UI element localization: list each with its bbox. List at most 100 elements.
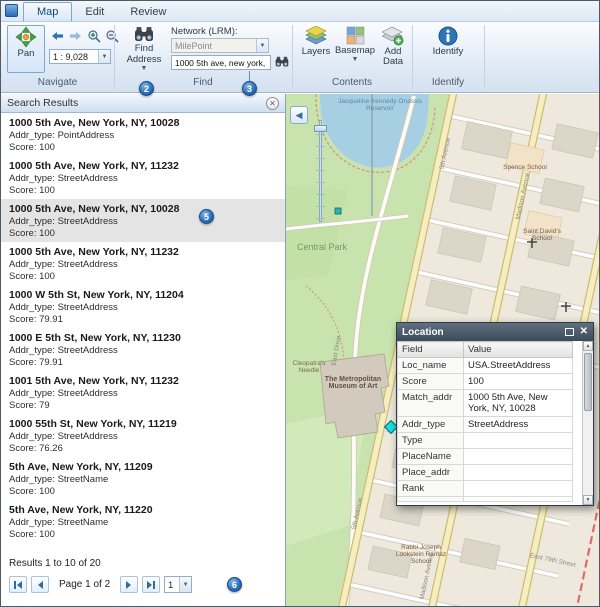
basemap-button[interactable]: Basemap ▼: [336, 25, 374, 81]
result-address: 5th Ave, New York, NY, 11209: [9, 461, 277, 474]
search-result-item[interactable]: 1000 5th Ave, New York, NY, 11232 Addr_t…: [1, 242, 285, 285]
next-page-icon: [124, 580, 134, 590]
location-popup-body: Field Value Loc_name USA.StreetAddress S…: [397, 341, 593, 505]
zoom-in-icon: [87, 29, 101, 43]
result-addr-type: Addr_type: StreetAddress: [9, 388, 277, 400]
search-result-item[interactable]: 5th Ave, New York, NY, 11209 Addr_type: …: [1, 457, 285, 500]
first-page-icon: [13, 580, 23, 590]
table-row: Place_addr: [398, 465, 573, 481]
result-score: Score: 100: [9, 185, 277, 197]
layers-button-label: Layers: [302, 47, 331, 57]
location-popup-titlebar[interactable]: Location ✕: [397, 323, 593, 341]
result-addr-type: Addr_type: StreetAddress: [9, 259, 277, 271]
close-icon[interactable]: ✕: [580, 327, 588, 337]
add-data-icon: [382, 26, 404, 46]
zoom-in-button[interactable]: [85, 27, 102, 44]
field-cell: Addr_type: [398, 417, 464, 433]
scroll-down-icon[interactable]: ▼: [583, 495, 593, 505]
search-result-item[interactable]: 1000 E 5th St, New York, NY, 11230 Addr_…: [1, 328, 285, 371]
last-page-icon: [146, 580, 156, 590]
search-result-item[interactable]: 1000 W 5th St, New York, NY, 11204 Addr_…: [1, 285, 285, 328]
basemap-icon: [346, 26, 365, 45]
popup-scrollbar[interactable]: ▲ ▼: [582, 341, 593, 505]
identify-icon: [438, 26, 458, 46]
layers-button[interactable]: Layers: [298, 25, 334, 81]
value-cell: [464, 449, 573, 465]
zoom-out-button[interactable]: [103, 27, 120, 44]
search-result-item[interactable]: 5th Ave, New York, NY, 11220 Addr_type: …: [1, 500, 285, 543]
find-address-label-line2: Address: [127, 55, 162, 65]
add-data-button-label: Add Data: [376, 47, 410, 67]
tab-review[interactable]: Review: [117, 3, 179, 21]
network-lrm-dropdown-arrow[interactable]: ▼: [256, 39, 268, 52]
result-addr-type: Addr_type: StreetName: [9, 474, 277, 486]
value-cell: [464, 465, 573, 481]
binoculars-small-icon: [275, 56, 289, 68]
maximize-icon[interactable]: [565, 328, 574, 336]
scrollbar-thumb[interactable]: [584, 353, 592, 411]
results-summary: Results 1 to 10 of 20: [9, 558, 277, 569]
result-score: Score: 76.26: [9, 443, 277, 455]
tab-edit[interactable]: Edit: [72, 3, 117, 21]
page-number-select[interactable]: 1 ▼: [164, 576, 192, 593]
zoom-slider[interactable]: [314, 120, 327, 222]
tab-map[interactable]: Map: [23, 2, 72, 21]
map-scale-dropdown-arrow[interactable]: ▼: [98, 50, 110, 63]
location-popup: Location ✕ Field Value Loc_name USA.Stre…: [396, 322, 594, 506]
find-address-dropdown-arrow[interactable]: ▼: [141, 65, 148, 72]
close-panel-icon[interactable]: ✕: [266, 97, 279, 110]
callout-badge-6: 6: [227, 577, 242, 592]
result-score: Score: 79: [9, 400, 277, 412]
search-results-title: Search Results: [7, 97, 266, 109]
value-cell: USA.StreetAddress: [464, 358, 573, 374]
ribbon: Pan 1 : 9,028 ▼ Navigate: [1, 22, 599, 93]
find-address-input[interactable]: [171, 55, 271, 70]
map-view[interactable]: Jacqueline Kennedy Onassis Reservoir Cen…: [286, 94, 600, 606]
binoculars-icon: [134, 26, 154, 43]
next-page-button[interactable]: [120, 576, 138, 593]
find-address-button[interactable]: Find Address ▼: [122, 25, 166, 81]
result-addr-type: Addr_type: StreetName: [9, 517, 277, 529]
pan-button[interactable]: Pan: [7, 25, 45, 73]
field-cell: [398, 497, 464, 502]
search-result-item[interactable]: 1001 5th Ave, New York, NY, 11232 Addr_t…: [1, 371, 285, 414]
location-attribute-table: Field Value Loc_name USA.StreetAddress S…: [397, 341, 573, 502]
previous-extent-map-button[interactable]: ◀: [290, 106, 308, 124]
basemap-dropdown-arrow[interactable]: ▼: [352, 56, 359, 63]
previous-extent-button[interactable]: [49, 27, 66, 44]
field-cell: Score: [398, 374, 464, 390]
next-extent-button[interactable]: [67, 27, 84, 44]
result-addr-type: Addr_type: StreetAddress: [9, 216, 277, 228]
page-number-value: 1: [165, 580, 179, 590]
pan-icon: [15, 26, 37, 48]
pan-button-label: Pan: [18, 49, 35, 59]
search-result-item[interactable]: 1000 5th Ave, New York, NY, 11232 Addr_t…: [1, 156, 285, 199]
search-result-item[interactable]: 1000 55th St, New York, NY, 11219 Addr_t…: [1, 414, 285, 457]
first-page-button[interactable]: [9, 576, 27, 593]
result-address: 5th Ave, New York, NY, 11220: [9, 504, 277, 517]
page-number-dropdown-arrow[interactable]: ▼: [179, 577, 191, 592]
previous-page-button[interactable]: [31, 576, 49, 593]
result-address: 1000 5th Ave, New York, NY, 10028: [9, 203, 277, 216]
value-cell: 100: [464, 374, 573, 390]
table-row: [398, 497, 573, 502]
search-result-item[interactable]: 1000 5th Ave, New York, NY, 10028 Addr_t…: [1, 113, 285, 156]
table-row: Loc_name USA.StreetAddress: [398, 358, 573, 374]
app-menu-button[interactable]: [5, 4, 18, 17]
result-addr-type: Addr_type: StreetAddress: [9, 173, 277, 185]
last-page-button[interactable]: [142, 576, 160, 593]
zoom-slider-handle[interactable]: [314, 125, 327, 132]
map-scale-combo[interactable]: 1 : 9,028 ▼: [49, 49, 111, 64]
table-row: Addr_type StreetAddress: [398, 417, 573, 433]
search-result-item-selected[interactable]: 1000 5th Ave, New York, NY, 10028 Addr_t…: [1, 199, 285, 242]
add-data-button[interactable]: Add Data: [375, 25, 411, 81]
field-cell: PlaceName: [398, 449, 464, 465]
ribbon-tab-bar: Map Edit Review: [1, 1, 599, 22]
search-results-header: Search Results ✕: [1, 94, 285, 113]
result-address: 1001 5th Ave, New York, NY, 11232: [9, 375, 277, 388]
network-lrm-combo[interactable]: MilePoint ▼: [171, 38, 269, 53]
identify-button[interactable]: Identify: [427, 25, 469, 81]
run-find-button[interactable]: [273, 53, 290, 70]
scroll-up-icon[interactable]: ▲: [583, 341, 593, 351]
field-cell: Match_addr: [398, 390, 464, 417]
